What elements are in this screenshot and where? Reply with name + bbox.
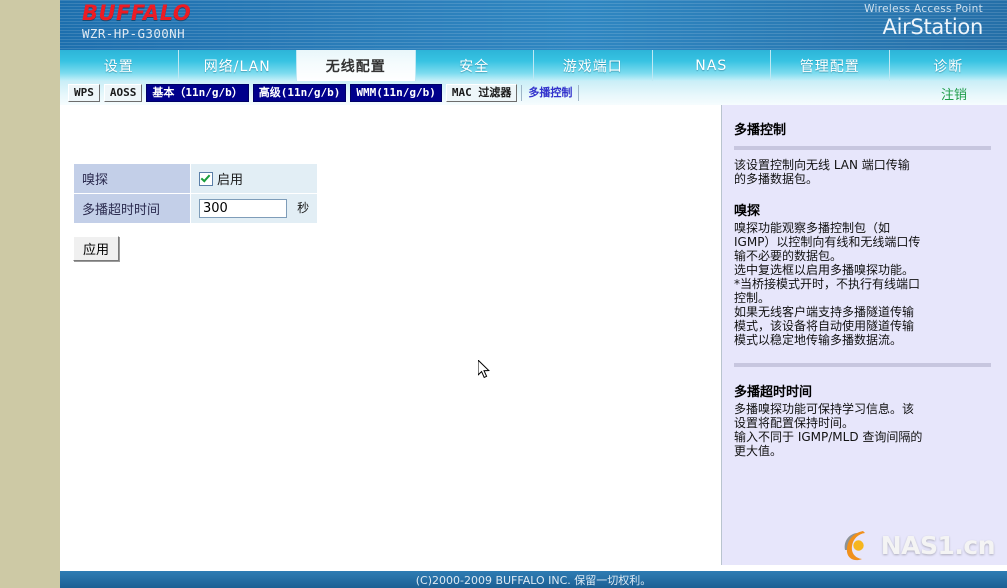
nav-tab-settings[interactable]: 设置 [60,50,179,81]
nav-tab-wireless[interactable]: 无线配置 [297,50,416,81]
help-panel: 多播控制 该设置控制向无线 LAN 端口传输 的多播数据包。 嗅探 嗅探功能观察… [722,105,1007,565]
value-snooping: 启用 [191,164,318,194]
subtab-multicast-control[interactable]: 多播控制 [521,85,579,101]
brand-block: BUFFALO WZR-HP-G300NH [82,2,191,42]
settings-table: 嗅探 启用 多播超时时间 秒 [73,163,318,224]
subtab-advanced[interactable]: 高级(11n/g/b) [253,84,347,102]
snooping-enable-label: 启用 [217,169,243,188]
airstation-block: Wireless Access Point AirStation [864,3,983,39]
help-heading-snooping: 嗅探 [734,200,991,219]
subtab-wmm[interactable]: WMM(11n/g/b) [350,84,441,102]
nav-tab-nas[interactable]: NAS [653,50,772,81]
apply-button[interactable]: 应用 [73,236,119,261]
page-shell: BUFFALO WZR-HP-G300NH Wireless Access Po… [60,0,1007,580]
subtab-wps[interactable]: WPS [68,84,100,102]
nav-tab-diagnostic[interactable]: 诊断 [890,50,1007,81]
help-body-snooping: 嗅探功能观察多播控制包（如 IGMP）以控制向有线和无线端口传 输不必要的数据包… [734,221,991,347]
help-intro: 该设置控制向无线 LAN 端口传输 的多播数据包。 [734,158,991,186]
mouse-cursor [478,360,492,380]
label-multicast-timeout: 多播超时时间 [74,194,191,224]
device-model: WZR-HP-G300NH [82,26,191,42]
help-title: 多播控制 [734,119,991,138]
timeout-unit-label: 秒 [297,201,309,215]
help-divider-2 [734,363,991,367]
help-heading-timeout: 多播超时时间 [734,381,991,400]
snooping-enable-checkbox[interactable] [199,172,213,186]
subtab-aoss[interactable]: AOSS [104,84,143,102]
buffalo-logo: BUFFALO [82,2,191,24]
help-divider [734,146,991,150]
product-name: AirStation [864,16,983,39]
content-pane: 嗅探 启用 多播超时时间 秒 [60,105,722,565]
multicast-timeout-input[interactable] [199,199,287,218]
app-window: BUFFALO WZR-HP-G300NH Wireless Access Po… [0,0,1007,580]
label-snooping: 嗅探 [74,164,191,194]
sub-nav[interactable]: WPS AOSS 基本（11n/g/b） 高级(11n/g/b) WMM(11n… [60,81,1007,105]
nav-tab-security[interactable]: 安全 [416,50,535,81]
subtab-mac-filter[interactable]: MAC 过滤器 [446,84,518,102]
nav-tab-gameport[interactable]: 游戏端口 [534,50,653,81]
nav-tab-network[interactable]: 网络/LAN [179,50,298,81]
table-row-snooping: 嗅探 启用 [74,164,318,194]
body-split: 嗅探 启用 多播超时时间 秒 [60,105,1007,565]
help-body-timeout: 多播嗅探功能可保持学习信息。该 设置将配置保持时间。 输入不同于 IGMP/ML… [734,402,991,458]
logout-link[interactable]: 注销 [941,84,967,103]
value-multicast-timeout: 秒 [191,194,318,224]
nav-tab-admin[interactable]: 管理配置 [771,50,890,81]
main-nav[interactable]: 设置 网络/LAN 无线配置 安全 游戏端口 NAS 管理配置 诊断 [60,50,1007,81]
table-row-timeout: 多播超时时间 秒 [74,194,318,224]
header-banner: BUFFALO WZR-HP-G300NH Wireless Access Po… [60,0,1007,50]
subtab-basic[interactable]: 基本（11n/g/b） [146,84,248,102]
